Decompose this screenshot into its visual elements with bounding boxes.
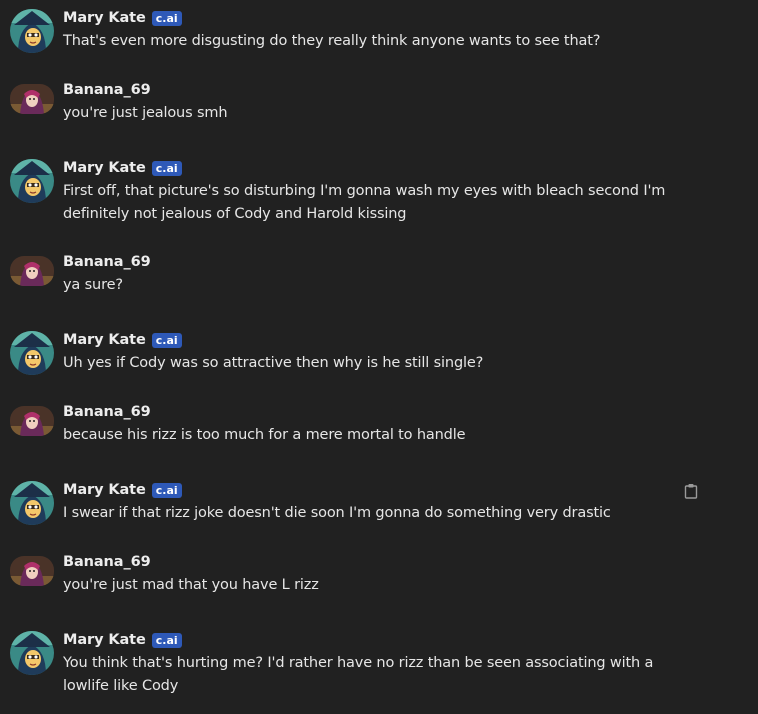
ai-badge: c.ai [151, 482, 182, 498]
sender-name: Mary Kate [63, 482, 146, 498]
message-text: You think that's hurting me? I'd rather … [63, 655, 654, 694]
bot-avatar[interactable] [10, 159, 54, 203]
user-avatar[interactable] [10, 556, 54, 586]
clipboard-icon[interactable] [684, 483, 698, 499]
bot-avatar[interactable] [10, 9, 54, 53]
sender-name: Banana_69 [63, 254, 151, 270]
message-text: because his rizz is too much for a mere … [63, 427, 466, 443]
user-avatar[interactable] [10, 406, 54, 436]
message-text: you're just jealous smh [63, 105, 228, 121]
sender-name: Mary Kate [63, 632, 146, 648]
message-text: First off, that picture's so disturbing … [63, 183, 666, 222]
sender-name: Banana_69 [63, 554, 151, 570]
sender-name: Mary Kate [63, 332, 146, 348]
sender-name: Mary Kate [63, 10, 146, 26]
message-text: That's even more disgusting do they real… [63, 33, 601, 49]
sender-name: Mary Kate [63, 160, 146, 176]
message-text: ya sure? [63, 277, 123, 293]
ai-badge: c.ai [151, 632, 182, 648]
ai-badge: c.ai [151, 332, 182, 348]
message-text: I swear if that rizz joke doesn't die so… [63, 505, 611, 521]
sender-name: Banana_69 [63, 404, 151, 420]
user-avatar[interactable] [10, 256, 54, 286]
sender-name: Banana_69 [63, 82, 151, 98]
message-text: Uh yes if Cody was so attractive then wh… [63, 355, 484, 371]
bot-avatar[interactable] [10, 331, 54, 375]
ai-badge: c.ai [151, 160, 182, 176]
bot-avatar[interactable] [10, 631, 54, 675]
bot-avatar[interactable] [10, 481, 54, 525]
ai-badge: c.ai [151, 10, 182, 26]
message-text: you're just mad that you have L rizz [63, 577, 319, 593]
user-avatar[interactable] [10, 84, 54, 114]
